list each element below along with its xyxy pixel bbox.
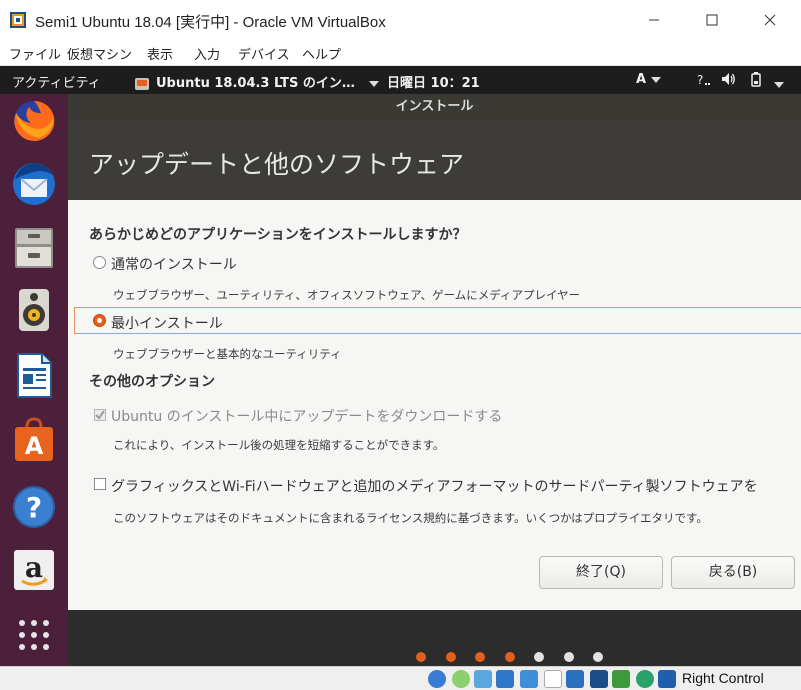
third-party-software-checkbox[interactable] (94, 478, 106, 490)
amazon-icon[interactable]: a (9, 545, 59, 595)
show-applications-icon[interactable] (9, 610, 59, 660)
app-menu-button[interactable]: Ubuntu 18.04.3 LTS のイン… (134, 72, 380, 91)
maximize-button[interactable] (689, 6, 735, 34)
other-options-heading: その他のオプション (89, 374, 215, 390)
menu-help[interactable]: ヘルプ (302, 44, 341, 63)
install-type-question: あらかじめどのアプリケーションをインストールしますか？ (89, 227, 467, 243)
shared-folders-icon[interactable] (544, 670, 562, 688)
installer-banner: アップデートと他のソフトウェア (68, 120, 801, 200)
svg-text:A: A (25, 432, 44, 460)
menu-file[interactable]: ファイル (9, 44, 61, 63)
normal-install-radio[interactable] (93, 256, 106, 269)
mouse-integration-icon[interactable] (636, 670, 654, 688)
clock[interactable]: 日曜日 10：21 (387, 72, 480, 91)
page-title: アップデートと他のソフトウェア (89, 150, 465, 179)
battery-icon[interactable] (750, 71, 762, 91)
cpu-activity-icon[interactable] (612, 670, 630, 688)
chevron-down-icon (369, 80, 380, 87)
close-button[interactable] (747, 6, 793, 34)
progress-dot (563, 652, 574, 662)
minimal-install-radio[interactable] (93, 314, 106, 327)
download-updates-checkbox[interactable] (94, 409, 106, 421)
minimize-button[interactable] (631, 6, 677, 34)
virtualbox-menu-bar: ファイル 仮想マシン 表示 入力 デバイス ヘルプ (0, 40, 801, 66)
app-menu-label: Ubuntu 18.04.3 LTS のイン… (156, 76, 355, 91)
thunderbird-icon[interactable] (9, 159, 59, 209)
minimal-install-label[interactable]: 最小インストール (111, 313, 223, 333)
display-icon[interactable] (566, 670, 584, 688)
system-menu-chevron-icon[interactable] (774, 77, 784, 92)
ubuntu-top-panel: アクティビティ Ubuntu 18.04.3 LTS のイン… 日曜日 10：2… (0, 66, 801, 94)
back-button[interactable]: 戻る(B) (671, 556, 795, 589)
chevron-down-icon (650, 76, 661, 83)
installer-body: あらかじめどのアプリケーションをインストールしますか？ 通常のインストール ウェ… (68, 200, 801, 610)
installer-footer (68, 610, 801, 666)
virtualbox-status-bar: Right Control (0, 666, 801, 690)
normal-install-label[interactable]: 通常のインストール (111, 254, 237, 274)
installer-app-icon (135, 77, 149, 90)
ubuntu-software-icon[interactable]: A (9, 415, 59, 465)
installer-window-title: インストール (395, 99, 474, 114)
progress-dot (445, 652, 456, 662)
network-icon[interactable]: ? (697, 71, 711, 91)
files-icon[interactable] (9, 222, 59, 272)
close-icon (764, 14, 776, 26)
minimal-install-description: ウェブブラウザーと基本的なユーティリティ (113, 347, 342, 361)
progress-dot (504, 652, 515, 662)
ubuntu-dock: A ? a (0, 94, 68, 666)
libreoffice-writer-icon[interactable] (9, 350, 59, 400)
window-title: Semi1 Ubuntu 18.04 [実行中] - Oracle VM Vir… (35, 14, 386, 31)
quit-button[interactable]: 終了(Q) (539, 556, 663, 589)
third-party-software-label[interactable]: グラフィックスとWi-Fiハードウェアと追加のメディアフォーマットのサードパーテ… (111, 476, 758, 496)
progress-dot (475, 652, 485, 662)
window-title-bar: Semi1 Ubuntu 18.04 [実行中] - Oracle VM Vir… (0, 0, 801, 40)
normal-install-description: ウェブブラウザー、ユーティリティ、オフィスソフトウェア、ゲームにメディアプレイヤ… (113, 288, 581, 302)
installer-title-bar: インストール (68, 94, 801, 120)
input-method-indicator[interactable]: A (636, 72, 661, 87)
progress-dot (534, 652, 544, 662)
virtualbox-app-icon (9, 11, 27, 29)
menu-view[interactable]: 表示 (147, 44, 173, 63)
audio-icon[interactable] (474, 670, 492, 688)
menu-machine[interactable]: 仮想マシン (67, 44, 132, 63)
help-icon[interactable]: ? (9, 482, 59, 532)
minimize-icon (649, 19, 659, 21)
svg-text:a: a (25, 551, 43, 584)
volume-icon[interactable] (720, 71, 736, 91)
checkmark-icon (95, 410, 105, 420)
progress-dot (416, 652, 426, 662)
hard-disk-icon[interactable] (428, 670, 446, 688)
third-party-software-description: このソフトウェアはそのドキュメントに含まれるライセンス規約に基づきます。いくつか… (113, 511, 708, 525)
maximize-icon (706, 14, 718, 26)
firefox-icon[interactable] (9, 96, 59, 146)
download-updates-description: これにより、インストール後の処理を短縮することができます。 (113, 438, 445, 452)
svg-text:?: ? (697, 73, 703, 87)
rhythmbox-icon[interactable] (9, 285, 59, 335)
progress-dot (593, 652, 603, 662)
host-key-label: Right Control (682, 670, 764, 686)
usb-icon[interactable] (520, 670, 538, 688)
menu-devices[interactable]: デバイス (238, 44, 290, 63)
svg-text:?: ? (26, 491, 42, 524)
menu-input[interactable]: 入力 (194, 44, 220, 63)
download-updates-label[interactable]: Ubuntu のインストール中にアップデートをダウンロードする (111, 406, 502, 426)
activities-button[interactable]: アクティビティ (12, 72, 101, 91)
keyboard-capture-icon[interactable] (658, 670, 676, 688)
network-adapter-icon[interactable] (496, 670, 514, 688)
video-capture-icon[interactable] (590, 670, 608, 688)
optical-drive-icon[interactable] (452, 670, 470, 688)
